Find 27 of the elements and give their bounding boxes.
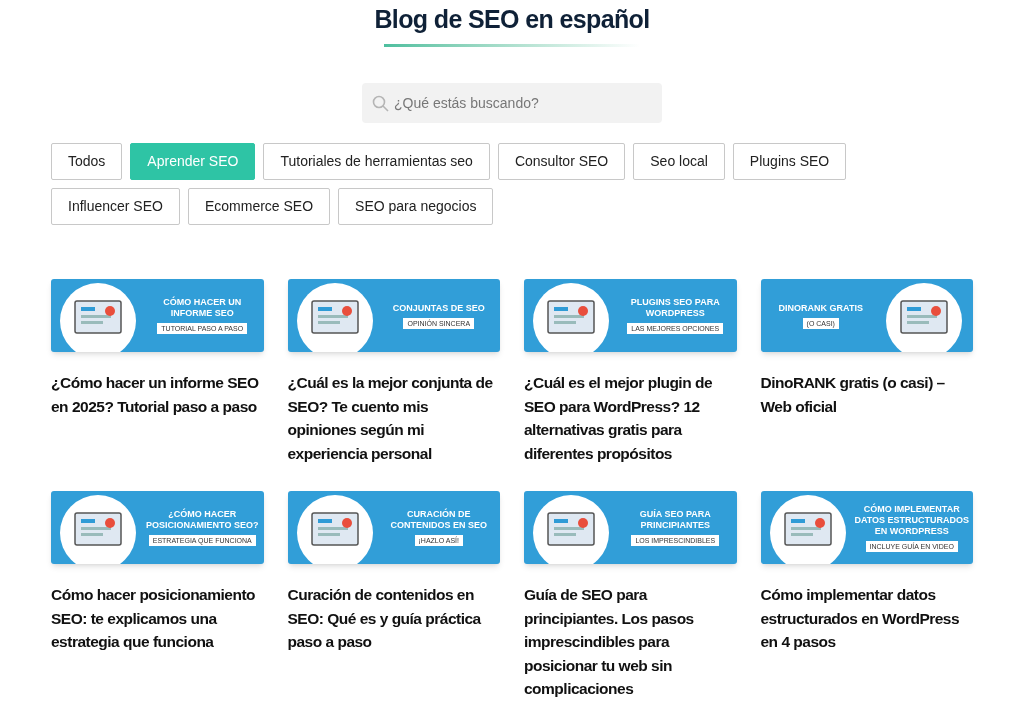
banner-title: PLUGINS SEO PARA WORDPRESS [629, 297, 721, 319]
search-field[interactable]: ¿Qué estás buscando? [362, 83, 662, 123]
category-filter[interactable]: Consultor SEO [497, 143, 626, 180]
post-title-link[interactable]: Guía de SEO para principiantes. Los pasos imprescindibles para posicionar tu web sin complicaciones [524, 583, 737, 701]
search-icon [372, 95, 389, 112]
banner-title: ¿CÓMO HACER POSICIONAMIENTO SEO? [145, 509, 260, 531]
banner-title: CÓMO IMPLEMENTAR DATOS ESTRUCTURADOS EN WORDPRESS [853, 503, 971, 537]
post-title-link[interactable]: Curación de contenidos en SEO: Qué es y guía práctica paso a paso [287, 583, 500, 654]
post-title-link[interactable]: Cómo implementar datos estructurados en WordPress en 4 pasos [760, 583, 973, 654]
category-filter[interactable]: SEO para negocios [338, 188, 494, 225]
banner-title: GUÍA SEO PARA PRINCIPIANTES [638, 509, 712, 531]
post-title-link[interactable]: ¿Cuál es el mejor plugin de SEO para WordPress? 12 alternativas gratis para diferentes propósitos [524, 371, 737, 465]
banner-title: DINORANK GRATIS [778, 302, 863, 314]
post-title-link[interactable]: DinoRANK gratis (o casi) – Web oficial [760, 371, 973, 418]
post-title-link[interactable]: ¿Cómo hacer un informe SEO en 2025? Tutorial paso a paso [51, 371, 264, 418]
banner-title: CURACIÓN DE CONTENIDOS EN SEO [389, 509, 488, 531]
page-heading: Blog de SEO en español [374, 4, 650, 35]
post-title-link[interactable]: ¿Cuál es la mejor conjunta de SEO? Te cuento mis opiniones según mi experiencia personal [287, 371, 500, 465]
category-filter[interactable]: Seo local [633, 143, 725, 180]
category-filter[interactable]: Todos [51, 143, 123, 180]
banner-title: CONJUNTAS DE SEO [392, 302, 485, 314]
category-filter[interactable]: Tutoriales de herramientas seo [263, 143, 490, 180]
post-title-link[interactable]: Cómo hacer posicionamiento SEO: te explicamos una estrategia que funciona [51, 583, 264, 654]
category-filter[interactable]: Plugins SEO [732, 143, 847, 180]
category-filter[interactable]: Influencer SEO [51, 188, 180, 225]
category-filter[interactable]: Ecommerce SEO [187, 188, 331, 225]
banner-title: CÓMO HACER UN INFORME SEO [162, 297, 243, 319]
